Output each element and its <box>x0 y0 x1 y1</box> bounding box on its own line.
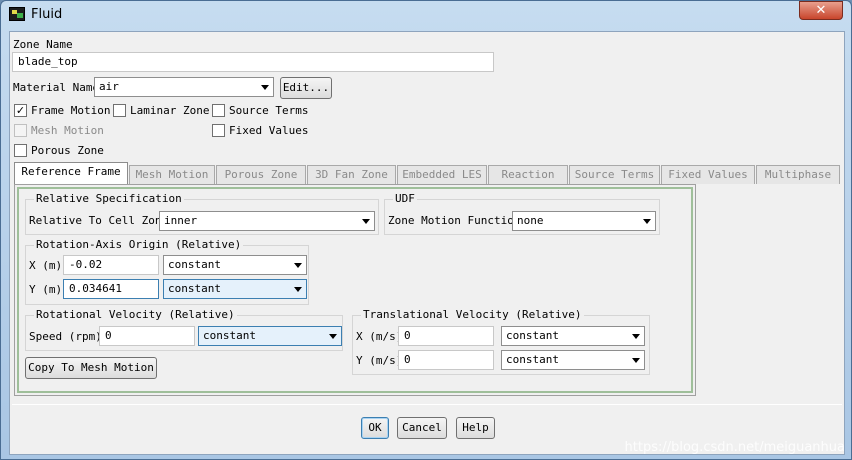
speed-profile-select[interactable]: constant <box>198 326 342 346</box>
translational-x-profile-value: constant <box>506 329 559 342</box>
relative-specification-group: Relative Specification Relative To Cell … <box>25 192 379 235</box>
origin-x-label: X (m) <box>29 259 63 272</box>
cancel-button[interactable]: Cancel <box>397 417 447 439</box>
relative-to-cell-zone-label: Relative To Cell Zone <box>29 214 169 227</box>
translational-y-input[interactable]: 0 <box>398 350 494 370</box>
footer-divider <box>12 404 842 405</box>
material-name-select[interactable]: air <box>94 77 274 97</box>
help-button[interactable]: Help <box>456 417 495 439</box>
origin-x-profile-value: constant <box>168 258 221 271</box>
translational-x-label: X (m/s) <box>356 330 403 343</box>
rotation-axis-origin-title: Rotation-Axis Origin (Relative) <box>34 238 244 252</box>
reference-frame-panel: Relative Specification Relative To Cell … <box>14 184 696 396</box>
translational-velocity-title: Translational Velocity (Relative) <box>361 308 584 322</box>
window-title: Fluid <box>31 7 63 22</box>
laminar-zone-label: Laminar Zone <box>130 104 210 117</box>
rotation-axis-origin-group: Rotation-Axis Origin (Relative) X (m) -0… <box>25 238 309 305</box>
rotational-velocity-group: Rotational Velocity (Relative) Speed (rp… <box>25 308 343 351</box>
frame-motion-checkbox[interactable]: ✓ <box>14 104 27 117</box>
fixed-values-checkbox[interactable] <box>212 124 225 137</box>
origin-x-profile-select[interactable]: constant <box>163 255 307 275</box>
translational-x-profile-select[interactable]: constant <box>501 326 645 346</box>
edit-material-button[interactable]: Edit... <box>280 77 332 99</box>
relative-to-cell-zone-value: inner <box>164 214 198 227</box>
tab-reaction[interactable]: Reaction <box>488 165 568 184</box>
chevron-down-icon <box>632 334 640 339</box>
origin-y-input[interactable]: 0.034641 <box>63 279 159 299</box>
material-name-value: air <box>99 80 119 93</box>
mesh-motion-checkbox <box>14 124 27 137</box>
material-name-label: Material Name <box>13 81 100 94</box>
tab-mesh-motion[interactable]: Mesh Motion <box>129 165 215 184</box>
tab-porous-zone[interactable]: Porous Zone <box>216 165 306 184</box>
udf-title: UDF <box>393 192 417 206</box>
tab-multiphase[interactable]: Multiphase <box>756 165 840 184</box>
copy-to-mesh-motion-button[interactable]: Copy To Mesh Motion <box>25 357 157 379</box>
porous-zone-label: Porous Zone <box>31 144 104 157</box>
chevron-down-icon <box>362 219 370 224</box>
tab-source-terms[interactable]: Source Terms <box>569 165 660 184</box>
chevron-down-icon <box>632 358 640 363</box>
fluent-app-icon <box>9 7 25 21</box>
source-terms-checkbox[interactable] <box>212 104 225 117</box>
source-terms-label: Source Terms <box>229 104 309 117</box>
frame-motion-label: Frame Motion <box>31 104 111 117</box>
speed-label: Speed (rpm) <box>29 330 102 343</box>
fixed-values-label: Fixed Values <box>229 124 309 137</box>
porous-zone-checkbox[interactable] <box>14 144 27 157</box>
dialog-body: Zone Name blade_top Material Name air Ed… <box>9 31 845 455</box>
rotational-velocity-title: Rotational Velocity (Relative) <box>34 308 237 322</box>
close-button[interactable]: ✕ <box>799 1 843 20</box>
translational-velocity-group: Translational Velocity (Relative) X (m/s… <box>352 308 650 375</box>
chevron-down-icon <box>329 334 337 339</box>
origin-x-input[interactable]: -0.02 <box>63 255 159 275</box>
fluid-dialog: Fluid ✕ Zone Name blade_top Material Nam… <box>0 0 852 460</box>
chevron-down-icon <box>261 85 269 90</box>
translational-y-profile-value: constant <box>506 353 559 366</box>
translational-y-profile-select[interactable]: constant <box>501 350 645 370</box>
chevron-down-icon <box>643 219 651 224</box>
zone-motion-function-label: Zone Motion Function <box>388 214 521 227</box>
origin-y-profile-value: constant <box>168 282 221 295</box>
tab-fixed-values[interactable]: Fixed Values <box>661 165 755 184</box>
translational-y-label: Y (m/s) <box>356 354 403 367</box>
watermark: https://blog.csdn.net/meiguanhua <box>624 440 845 455</box>
mesh-motion-label: Mesh Motion <box>31 124 104 137</box>
tab-reference-frame[interactable]: Reference Frame <box>14 162 128 185</box>
checkmark-icon: ✓ <box>15 104 26 117</box>
reference-frame-panel-frame: Relative Specification Relative To Cell … <box>17 187 693 393</box>
close-icon: ✕ <box>815 3 827 18</box>
chevron-down-icon <box>294 263 302 268</box>
zone-name-label: Zone Name <box>13 38 73 51</box>
origin-y-label: Y (m) <box>29 283 63 296</box>
tab-3d-fan-zone[interactable]: 3D Fan Zone <box>307 165 396 184</box>
zone-motion-function-value: none <box>517 214 544 227</box>
laminar-zone-checkbox[interactable] <box>113 104 126 117</box>
title-bar[interactable]: Fluid ✕ <box>1 1 851 29</box>
translational-x-input[interactable]: 0 <box>398 326 494 346</box>
zone-name-input[interactable]: blade_top <box>12 52 494 72</box>
relative-to-cell-zone-select[interactable]: inner <box>159 211 375 231</box>
tab-embedded-les[interactable]: Embedded LES <box>397 165 487 184</box>
speed-input[interactable]: 0 <box>99 326 195 346</box>
ok-button[interactable]: OK <box>361 417 389 439</box>
origin-y-profile-select[interactable]: constant <box>163 279 307 299</box>
chevron-down-icon <box>294 287 302 292</box>
speed-profile-value: constant <box>203 329 256 342</box>
udf-group: UDF Zone Motion Function none <box>384 192 660 235</box>
zone-motion-function-select[interactable]: none <box>512 211 656 231</box>
relative-specification-title: Relative Specification <box>34 192 184 206</box>
